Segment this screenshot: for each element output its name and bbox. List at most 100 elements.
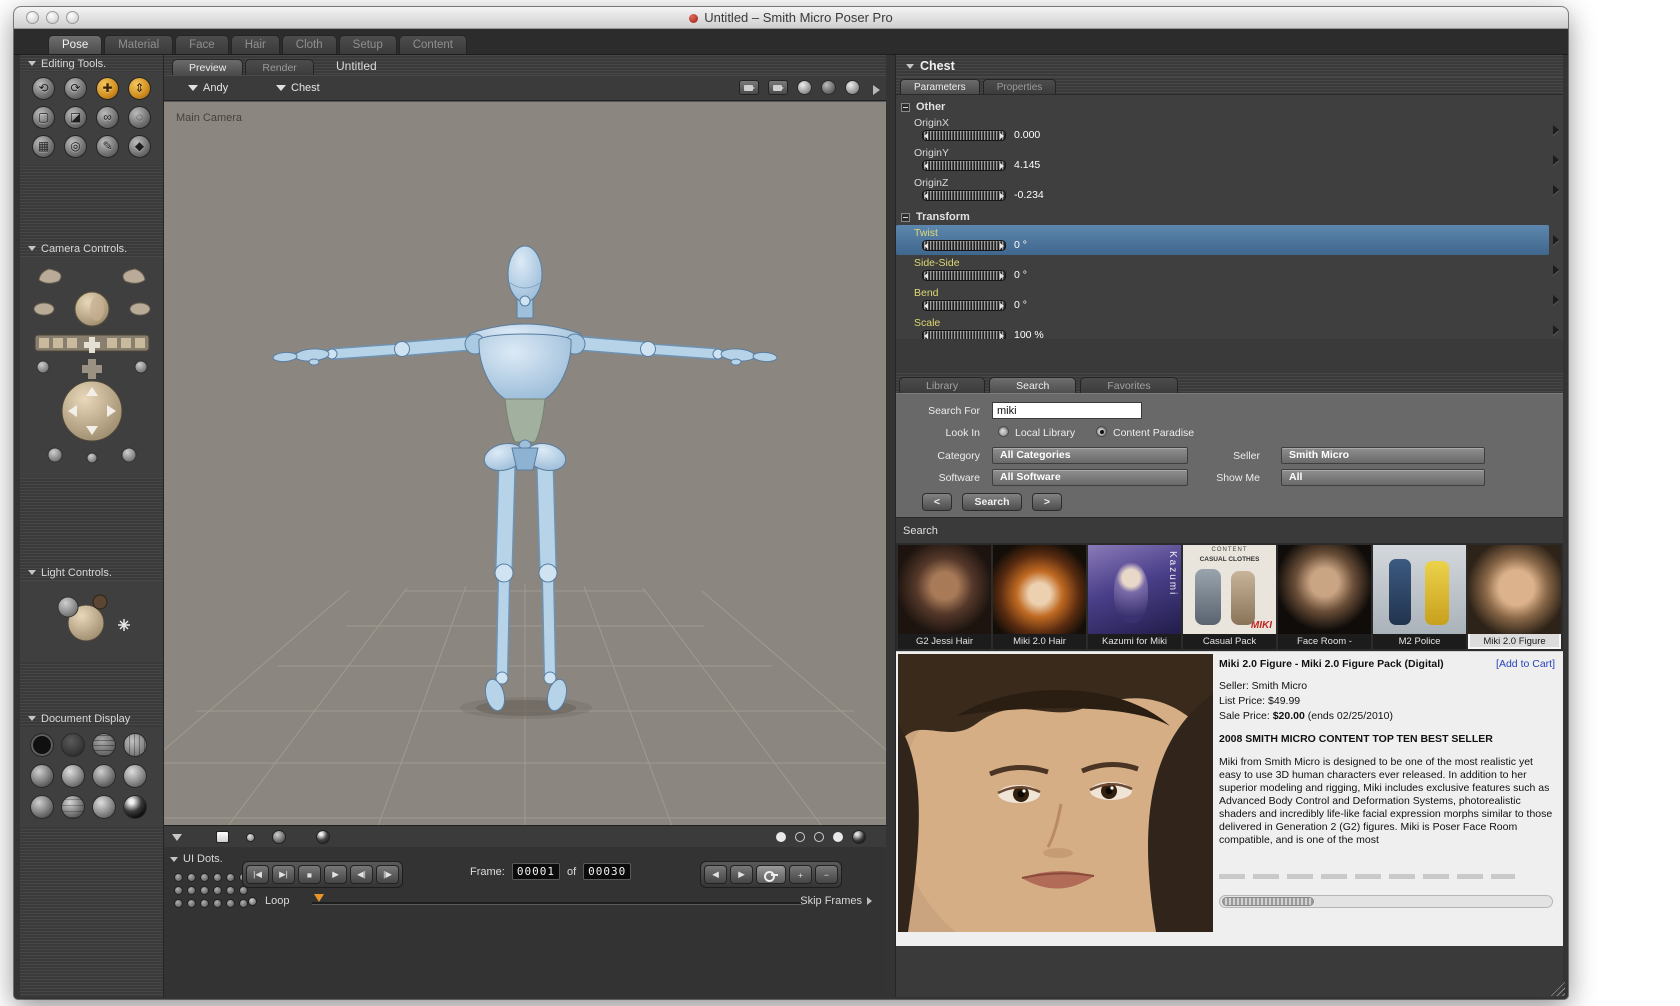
param-dial[interactable] xyxy=(922,159,1006,171)
depth-cue-icon[interactable] xyxy=(852,830,866,844)
param-value[interactable]: 0 ° xyxy=(1014,269,1027,281)
tab-cloth[interactable]: Cloth xyxy=(281,35,337,54)
category-select[interactable]: All Categories xyxy=(992,447,1188,464)
search-input[interactable] xyxy=(992,402,1142,419)
local-library-radio[interactable] xyxy=(998,426,1009,437)
software-select[interactable]: All Software xyxy=(992,469,1188,486)
close-button[interactable] xyxy=(26,11,39,24)
tracking-mode-icon[interactable] xyxy=(316,830,330,844)
display-style-outline[interactable] xyxy=(61,733,85,757)
ui-dot[interactable] xyxy=(187,899,196,908)
tab-content[interactable]: Content xyxy=(398,35,467,54)
param-row-side-side[interactable]: Side-Side 0 ° xyxy=(896,255,1563,285)
grouping-tool-icon[interactable]: ▦ xyxy=(32,135,55,158)
display-style-silhouette[interactable] xyxy=(30,733,54,757)
move-camera-icon[interactable] xyxy=(821,80,836,95)
camera-controls-widget[interactable] xyxy=(20,257,163,478)
tab-face[interactable]: Face xyxy=(175,35,229,54)
param-menu-icon[interactable] xyxy=(1553,185,1559,195)
foreground-color-icon[interactable] xyxy=(246,833,255,842)
param-row-originy[interactable]: OriginY 4.145 xyxy=(896,145,1563,175)
result-kazumi[interactable]: Kazumi Kazumi for Miki xyxy=(1088,545,1181,649)
display-style-flat-lined[interactable] xyxy=(92,764,116,788)
ui-dot[interactable] xyxy=(213,886,222,895)
first-frame-button[interactable]: |◀ xyxy=(246,865,269,884)
prev-page-button[interactable]: < xyxy=(922,493,952,511)
param-dial[interactable] xyxy=(922,239,1006,251)
translate-pull-tool-icon[interactable]: ✚ xyxy=(96,77,119,100)
tab-pose[interactable]: Pose xyxy=(48,35,103,54)
result-casual-pack[interactable]: CONTENT CASUAL CLOTHES MIKI Casual Pack xyxy=(1183,545,1276,649)
param-dial[interactable] xyxy=(922,189,1006,201)
param-menu-icon[interactable] xyxy=(1553,265,1559,275)
result-m2-police[interactable]: M2 Police xyxy=(1373,545,1466,649)
camera-dot-4[interactable] xyxy=(833,832,843,842)
seller-select[interactable]: Smith Micro xyxy=(1281,447,1485,464)
prev-keyframe-button[interactable]: ◀ xyxy=(704,865,727,884)
param-dial[interactable] xyxy=(922,269,1006,281)
camera-dot-1[interactable] xyxy=(776,832,786,842)
scrollbar-thumb[interactable] xyxy=(1222,897,1314,906)
ui-dot[interactable] xyxy=(187,886,196,895)
ui-dot[interactable] xyxy=(174,886,183,895)
zoom-button[interactable] xyxy=(66,11,79,24)
camera-select-icon[interactable] xyxy=(768,80,788,95)
display-style-texture-shaded[interactable] xyxy=(92,795,116,819)
tab-preview[interactable]: Preview xyxy=(172,59,244,75)
document-display-header[interactable]: Document Display xyxy=(20,710,163,727)
ui-dot[interactable] xyxy=(174,899,183,908)
camera-controls-header[interactable]: Camera Controls. xyxy=(20,240,163,257)
display-style-cartoon[interactable] xyxy=(61,795,85,819)
group-transform[interactable]: Transform xyxy=(896,209,1563,225)
ui-dot[interactable] xyxy=(200,873,209,882)
result-g2-jessi-hair[interactable]: G2 Jessi Hair xyxy=(898,545,991,649)
tab-setup[interactable]: Setup xyxy=(338,35,397,54)
display-style-wireframe[interactable] xyxy=(92,733,116,757)
result-face-room[interactable]: Face Room - xyxy=(1278,545,1371,649)
play-button[interactable]: ▶ xyxy=(324,865,347,884)
display-style-preview[interactable] xyxy=(123,795,147,819)
add-to-cart-link[interactable]: [Add to Cart] xyxy=(1496,658,1555,671)
rotate-tool-icon[interactable]: ⟲ xyxy=(32,77,55,100)
total-frames-field[interactable]: 00030 xyxy=(583,863,632,880)
param-menu-icon[interactable] xyxy=(1553,295,1559,305)
tab-material[interactable]: Material xyxy=(104,35,174,54)
ui-dot[interactable] xyxy=(226,873,235,882)
delete-keyframe-button[interactable]: − xyxy=(815,865,838,884)
scrubber-marker[interactable] xyxy=(314,894,324,902)
ui-dots-header[interactable]: UI Dots. xyxy=(170,853,223,865)
param-row-twist[interactable]: Twist 0 ° xyxy=(896,225,1563,255)
display-style-lit-wireframe[interactable] xyxy=(30,764,54,788)
twist-tool-icon[interactable]: ⟳ xyxy=(64,77,87,100)
content-paradise-radio[interactable] xyxy=(1096,426,1107,437)
collapse-box-icon[interactable] xyxy=(901,102,910,112)
taper-tool-icon[interactable]: ◪ xyxy=(64,106,87,129)
translate-in-out-tool-icon[interactable]: ⇕ xyxy=(128,77,151,100)
next-page-button[interactable]: > xyxy=(1032,493,1062,511)
editing-tools-header[interactable]: Editing Tools. xyxy=(20,55,163,72)
ui-dot[interactable] xyxy=(200,899,209,908)
param-menu-icon[interactable] xyxy=(1553,125,1559,135)
tab-favorites[interactable]: Favorites xyxy=(1080,377,1178,393)
ui-dot[interactable] xyxy=(226,886,235,895)
skip-frames-toggle[interactable]: Skip Frames xyxy=(800,895,872,907)
parameters-actor-header[interactable]: Chest xyxy=(896,55,1563,77)
minimize-button[interactable] xyxy=(46,11,59,24)
param-value[interactable]: 0 ° xyxy=(1014,299,1027,311)
param-row-bend[interactable]: Bend 0 ° xyxy=(896,285,1563,315)
ui-dot[interactable] xyxy=(213,899,222,908)
tab-render[interactable]: Render xyxy=(245,59,314,75)
ui-dot[interactable] xyxy=(187,873,196,882)
ui-dot[interactable] xyxy=(239,899,248,908)
param-row-originx[interactable]: OriginX 0.000 xyxy=(896,115,1563,145)
param-value[interactable]: 4.145 xyxy=(1014,159,1040,171)
stop-button[interactable]: ■ xyxy=(298,865,321,884)
background-color-icon[interactable] xyxy=(216,831,229,843)
tab-search[interactable]: Search xyxy=(989,377,1077,393)
add-keyframe-button[interactable]: + xyxy=(789,865,812,884)
ui-dot[interactable] xyxy=(200,886,209,895)
timeline-scrubber[interactable] xyxy=(312,894,804,905)
viewport-menu-icon[interactable] xyxy=(172,834,182,841)
ui-dot[interactable] xyxy=(213,873,222,882)
ui-dot[interactable] xyxy=(226,899,235,908)
